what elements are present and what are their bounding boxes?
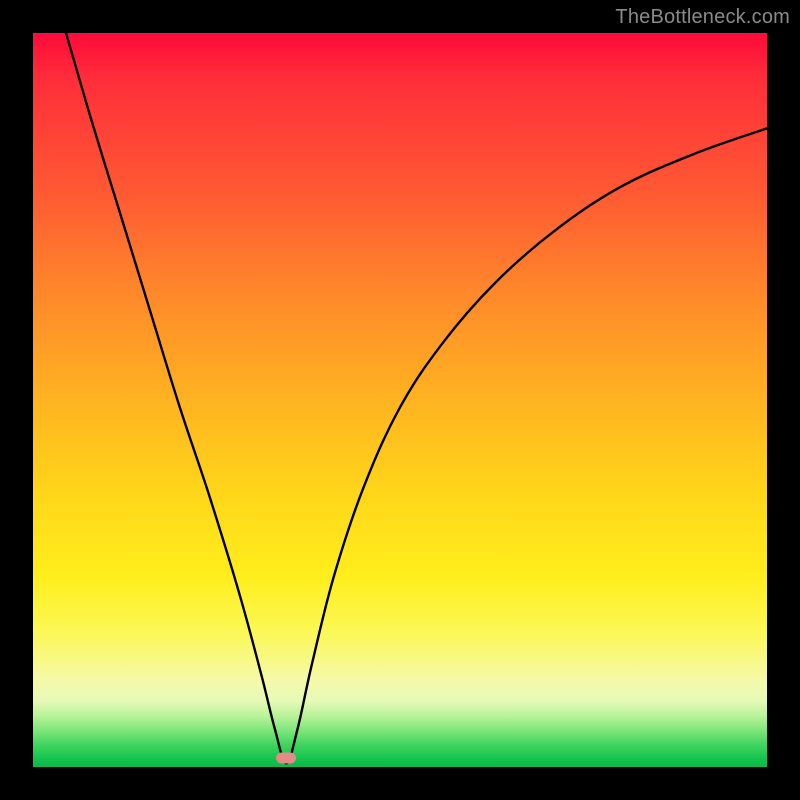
vertex-marker <box>276 753 296 764</box>
watermark-text: TheBottleneck.com <box>615 6 790 29</box>
bottleneck-curve <box>33 33 767 767</box>
plot-area <box>33 33 767 767</box>
chart-frame: TheBottleneck.com <box>0 0 800 800</box>
